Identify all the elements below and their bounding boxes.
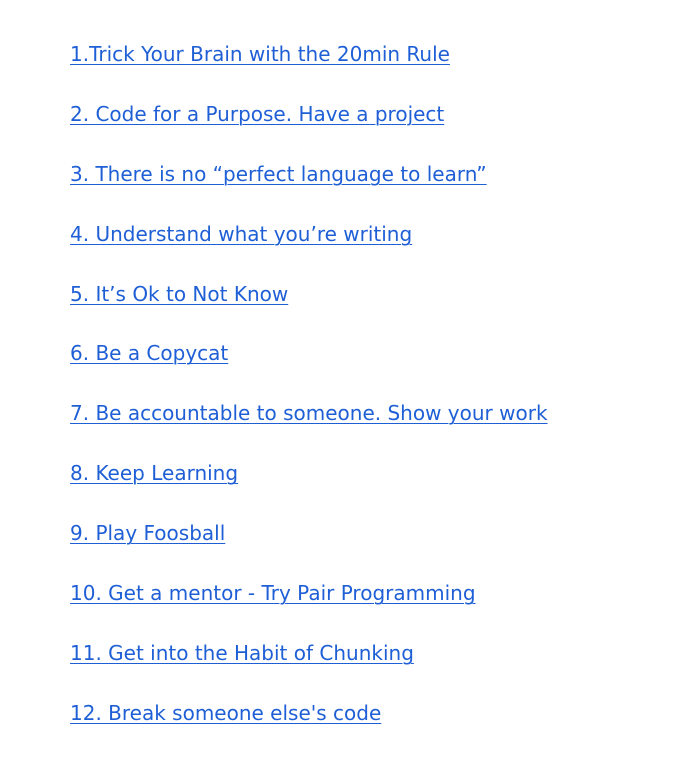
list-item: 10. Get a mentor - Try Pair Programming <box>70 579 548 639</box>
list-item: 1.Trick Your Brain with the 20min Rule <box>70 40 548 100</box>
list-item: 5. It’s Ok to Not Know <box>70 280 548 340</box>
toc-link-2[interactable]: 2. Code for a Purpose. Have a project <box>70 102 444 126</box>
list-item: 11. Get into the Habit of Chunking <box>70 639 548 699</box>
list-item: 4. Understand what you’re writing <box>70 220 548 280</box>
toc-link-5[interactable]: 5. It’s Ok to Not Know <box>70 282 288 306</box>
toc-link-8[interactable]: 8. Keep Learning <box>70 461 238 485</box>
toc-link-11[interactable]: 11. Get into the Habit of Chunking <box>70 641 414 665</box>
list-item: 3. There is no “perfect language to lear… <box>70 160 548 220</box>
list-item: 6. Be a Copycat <box>70 339 548 399</box>
toc-link-12[interactable]: 12. Break someone else's code <box>70 701 381 725</box>
toc-link-9[interactable]: 9. Play Foosball <box>70 521 225 545</box>
list-item: 12. Break someone else's code <box>70 699 548 759</box>
list-item: 8. Keep Learning <box>70 459 548 519</box>
list-item: 2. Code for a Purpose. Have a project <box>70 100 548 160</box>
table-of-contents: 1.Trick Your Brain with the 20min Rule 2… <box>70 40 548 759</box>
toc-link-1[interactable]: 1.Trick Your Brain with the 20min Rule <box>70 42 450 66</box>
toc-link-6[interactable]: 6. Be a Copycat <box>70 341 228 365</box>
toc-link-10[interactable]: 10. Get a mentor - Try Pair Programming <box>70 581 476 605</box>
list-item: 9. Play Foosball <box>70 519 548 579</box>
list-item: 7. Be accountable to someone. Show your … <box>70 399 548 459</box>
toc-link-3[interactable]: 3. There is no “perfect language to lear… <box>70 162 487 186</box>
toc-link-4[interactable]: 4. Understand what you’re writing <box>70 222 412 246</box>
toc-link-7[interactable]: 7. Be accountable to someone. Show your … <box>70 401 548 425</box>
